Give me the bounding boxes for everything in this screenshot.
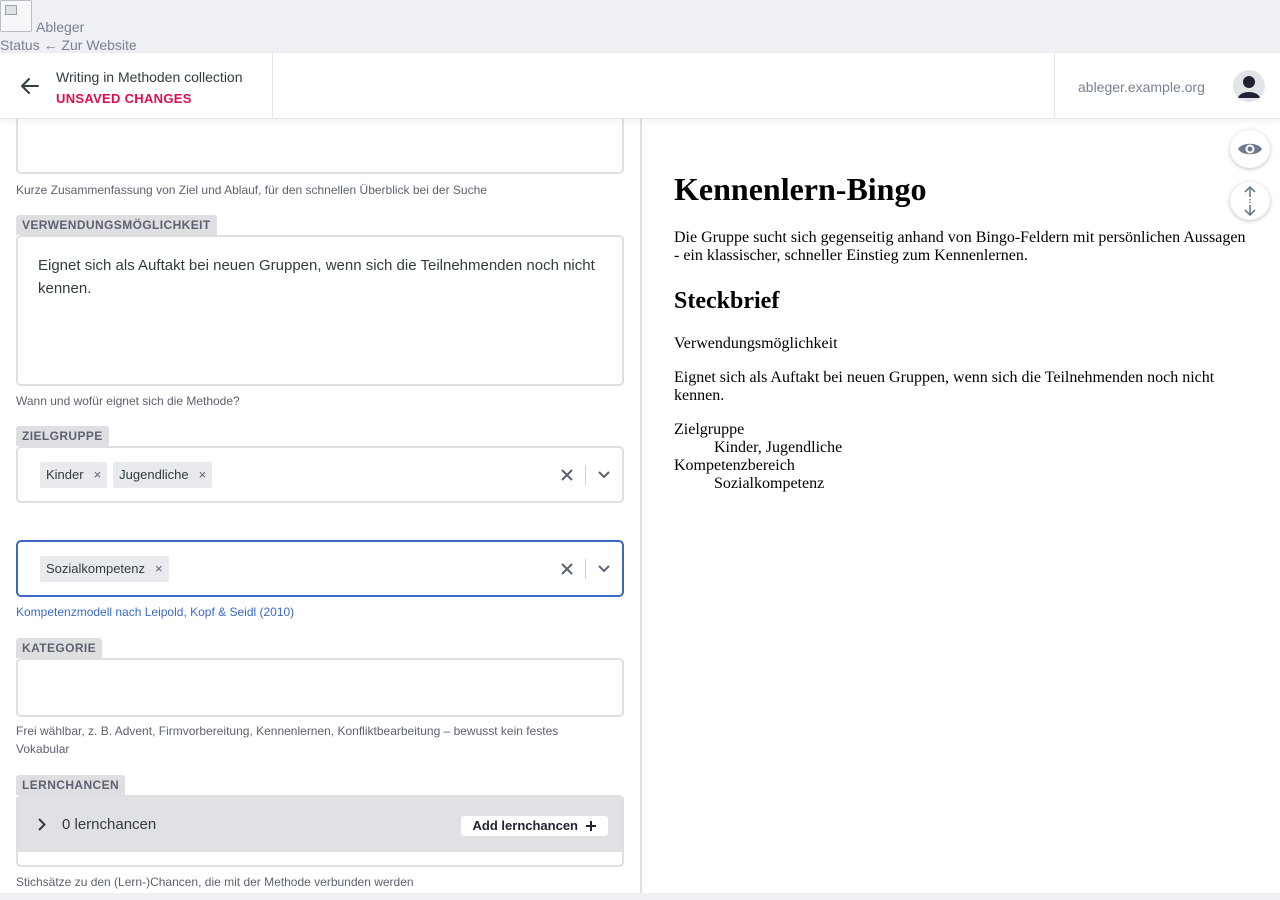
usage-field[interactable]: Eignet sich als Auftakt bei neuen Gruppe… (16, 235, 624, 386)
select-controls (549, 448, 622, 501)
unsaved-status: UNSAVED CHANGES (56, 91, 192, 106)
tag-label: Jugendliche (119, 467, 189, 482)
chevron-down-icon (598, 564, 610, 572)
preview-title: Kennenlern-Bingo (674, 171, 927, 207)
chevron-right-icon (38, 818, 46, 831)
learning-hint: Stichsätze zu den (Lern-)Chancen, die mi… (16, 875, 414, 889)
preview-toggle-button[interactable] (1230, 130, 1270, 168)
user-icon (1238, 76, 1260, 98)
tag-remove-button[interactable]: × (151, 561, 169, 576)
sync-scroll-button[interactable] (1230, 182, 1270, 220)
tag-label: Sozialkompetenz (46, 561, 145, 576)
site-links[interactable]: Status ← Zur Website (0, 37, 137, 53)
arrow-left-icon (21, 78, 39, 94)
learning-label: LERNCHANCEN (16, 775, 126, 795)
tag-kinder: Kinder × (40, 461, 108, 488)
preview-details: Zielgruppe Kinder, Jugendliche Kompetenz… (674, 421, 1254, 493)
competence-hint: Kompetenzmodell nach Leipold, Kopf & Sei… (16, 605, 295, 619)
dropdown-toggle[interactable] (586, 470, 622, 479)
back-button[interactable] (10, 71, 50, 101)
preview-section-heading: Steckbrief (674, 288, 780, 314)
close-icon (561, 562, 573, 575)
plus-icon (586, 821, 596, 831)
preview-content: Kennenlern-Bingo Die Gruppe sucht sich g… (674, 171, 1254, 493)
usage-label: VERWENDUNGSMÖGLICHKEIT (16, 215, 217, 235)
summary-field[interactable] (16, 119, 624, 174)
target-group-label: ZIELGRUPPE (16, 426, 109, 446)
dropdown-toggle[interactable] (586, 564, 622, 573)
add-button-label: Add lernchancen (472, 818, 578, 833)
chevron-down-icon (598, 470, 610, 478)
expand-vertical-icon (1244, 186, 1256, 216)
header-divider (272, 53, 273, 119)
header-divider (1054, 53, 1055, 119)
category-hint: Frei wählbar, z. B. Advent, Firmvorberei… (16, 724, 559, 756)
site-url[interactable]: ableger.example.org (1078, 79, 1205, 95)
site-title: Ableger (36, 19, 85, 35)
tag-jugendliche: Jugendliche × (113, 461, 213, 488)
preview-summary: Die Gruppe sucht sich gegenseitig anhand… (674, 229, 1246, 264)
header-titles: Writing in Methoden collection UNSAVED C… (56, 69, 243, 106)
editor-panel: Kurze Zusammenfassung von Ziel und Ablau… (0, 119, 640, 893)
tag-label: Kinder (46, 467, 84, 482)
preview-panel: Kennenlern-Bingo Die Gruppe sucht sich g… (642, 119, 1280, 893)
preview-competence-value: Sozialkompetenz (714, 475, 825, 492)
site-logo-image (0, 0, 32, 32)
bottom-strip (0, 893, 1280, 900)
expand-toggle[interactable] (22, 818, 62, 831)
eye-icon (1238, 143, 1262, 155)
learning-count: 0 lernchancen (62, 816, 157, 833)
app-header: Writing in Methoden collection UNSAVED C… (0, 53, 1280, 119)
clear-all-button[interactable] (549, 562, 585, 575)
clear-all-button[interactable] (549, 468, 585, 481)
select-controls (549, 542, 622, 595)
header-title: Writing in Methoden collection (56, 69, 243, 85)
target-group-select[interactable]: Kinder × Jugendliche × (16, 446, 624, 503)
usage-hint: Wann und wofür eignet sich die Methode? (16, 394, 240, 408)
summary-hint: Kurze Zusammenfassung von Ziel und Ablau… (16, 183, 487, 197)
category-input[interactable] (16, 658, 624, 717)
tag-remove-button[interactable]: × (90, 467, 108, 482)
learning-list: 0 lernchancen Add lernchancen (16, 795, 624, 867)
tag-remove-button[interactable]: × (195, 467, 213, 482)
category-label: KATEGORIE (16, 638, 103, 658)
site-bar: Ableger Status ← Zur Website (0, 0, 1280, 53)
learning-list-header: 0 lernchancen Add lernchancen (18, 797, 622, 852)
preview-usage-label: Verwendungsmöglichkeit (674, 335, 838, 352)
preview-usage-value: Eignet sich als Auftakt bei neuen Gruppe… (674, 369, 1215, 404)
close-icon (561, 468, 573, 481)
preview-target-value: Kinder, Jugendliche (714, 439, 843, 456)
competence-select[interactable]: Sozialkompetenz × (16, 540, 624, 597)
usage-text: Eignet sich als Auftakt bei neuen Gruppe… (38, 257, 595, 297)
tag-sozialkompetenz: Sozialkompetenz × (40, 555, 169, 582)
add-lernchancen-button[interactable]: Add lernchancen (460, 816, 608, 836)
preview-competence-label: Kompetenzbereich (674, 457, 795, 474)
avatar[interactable] (1233, 70, 1265, 102)
preview-target-label: Zielgruppe (674, 421, 745, 438)
